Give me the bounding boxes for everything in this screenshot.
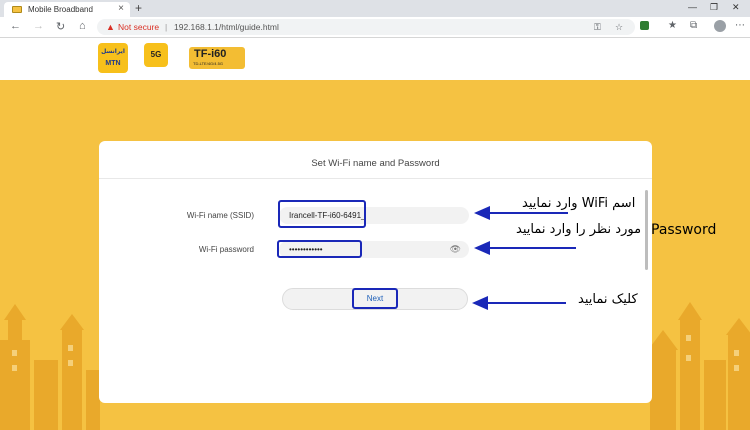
warning-icon: ▲ — [106, 22, 115, 32]
irancell-logo-text: ایرانسل — [101, 49, 125, 55]
browser-tab-bar: Mobile Broadband × + — ❐ ✕ — [0, 0, 750, 17]
wifi-name-note: اسم WiFi وارد نمایید — [522, 196, 636, 211]
back-icon[interactable]: ← — [10, 20, 21, 32]
extension-icon[interactable] — [640, 21, 649, 30]
forward-icon[interactable]: → — [33, 20, 44, 32]
collections-icon[interactable]: ⧉ — [690, 20, 697, 31]
star-icon[interactable]: ☆ — [615, 19, 623, 35]
hide-password-icon[interactable]: 👁 — [450, 241, 461, 258]
reload-icon[interactable]: ↻ — [56, 20, 65, 33]
tab-close-icon[interactable]: × — [118, 3, 124, 14]
key-icon[interactable]: ⚿ — [594, 19, 601, 35]
page-header: ایرانسل MTN 5G TF-i60 TD-LTE/4G/4.5G — [0, 38, 750, 80]
mtn-logo-text: MTN — [105, 60, 121, 67]
setup-card: Set Wi-Fi name and Password — [99, 141, 652, 403]
card-scrollbar[interactable] — [645, 190, 648, 270]
url-text[interactable]: 192.168.1.1/html/guide.html — [174, 19, 279, 35]
security-indicator[interactable]: Not secure — [118, 19, 159, 35]
card-divider — [99, 178, 652, 179]
favorites-icon[interactable]: ★ — [668, 20, 677, 31]
address-bar[interactable]: ▲ Not secure | 192.168.1.1/html/guide.ht… — [97, 19, 635, 35]
card-title: Set Wi-Fi name and Password — [311, 158, 440, 169]
password-note-english: Password — [651, 222, 717, 238]
password-highlight-box — [277, 240, 362, 258]
5g-logo: 5G — [144, 43, 168, 67]
minimize-icon[interactable]: — — [688, 2, 697, 12]
tab-title: Mobile Broadband — [28, 5, 93, 14]
next-highlight-box — [352, 288, 398, 309]
password-label: Wi-Fi password — [198, 245, 254, 254]
ssid-highlight-box — [278, 200, 366, 228]
tf-i60-logo: TF-i60 TD-LTE/4G/4.5G — [189, 47, 245, 69]
browser-toolbar: ← → ↻ ⌂ ▲ Not secure | 192.168.1.1/html/… — [0, 17, 750, 38]
url-separator: | — [165, 22, 168, 32]
router-favicon-icon — [12, 6, 22, 13]
profile-avatar[interactable] — [714, 20, 726, 32]
tf-i60-logo-text: TF-i60 — [194, 48, 227, 60]
close-window-icon[interactable]: ✕ — [732, 2, 740, 13]
next-click-note: کلیک نمایید — [578, 292, 638, 307]
password-note: مورد نظر را وارد نمایید — [516, 222, 642, 237]
home-icon[interactable]: ⌂ — [79, 20, 86, 32]
more-menu-icon[interactable]: ⋯ — [735, 20, 745, 31]
maximize-icon[interactable]: ❐ — [710, 2, 718, 13]
tf-i60-logo-subtext: TD-LTE/4G/4.5G — [193, 61, 223, 66]
new-tab-button[interactable]: + — [135, 1, 142, 15]
ssid-label: Wi-Fi name (SSID) — [186, 211, 254, 220]
irancell-logo: ایرانسل MTN — [98, 43, 128, 73]
browser-tab[interactable]: Mobile Broadband × — [4, 2, 130, 17]
